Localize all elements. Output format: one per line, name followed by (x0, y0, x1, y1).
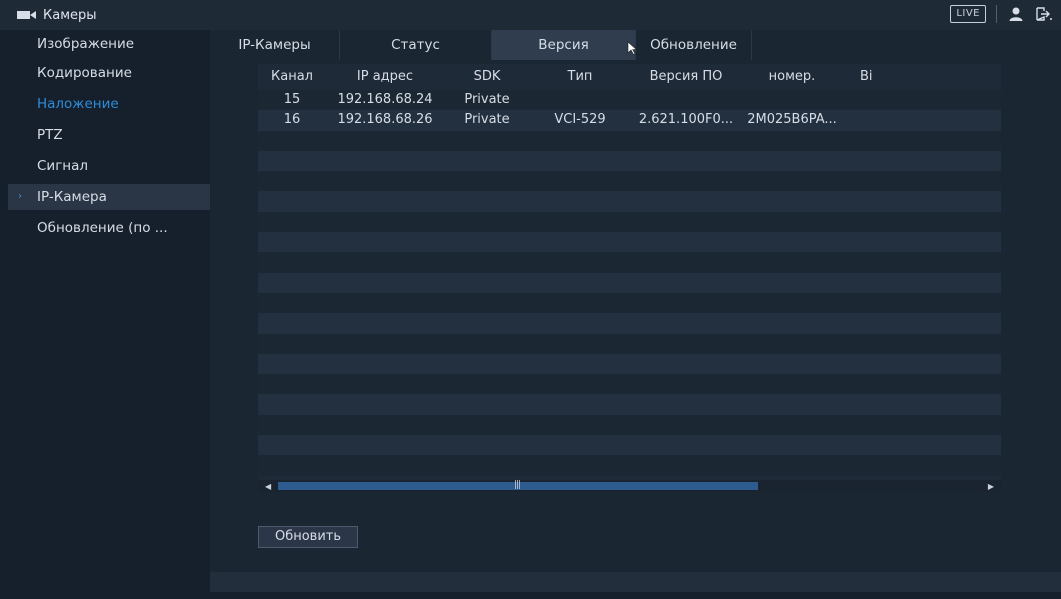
column-header[interactable]: IP адрес (326, 64, 444, 90)
table-row-empty (258, 211, 1001, 233)
cell-serial (742, 90, 842, 110)
tab-update[interactable]: Обновление (636, 30, 752, 60)
cell-sdk: Private (464, 92, 510, 107)
bottom-strip (210, 572, 1061, 592)
page-title: Камеры (43, 7, 97, 23)
table-row-empty (258, 414, 1001, 436)
tab-bar: IP-Камеры Статус Версия Обновление (210, 30, 752, 60)
column-header[interactable]: Ві (842, 64, 1001, 90)
mouse-cursor-icon (627, 41, 638, 55)
column-header[interactable]: номер. (742, 64, 842, 90)
sidebar-item-ptz[interactable]: PTZ (8, 122, 210, 148)
cell-channel: 16 (283, 112, 301, 128)
sidebar-item-label: Кодирование (37, 65, 132, 81)
table-row-empty (258, 130, 1001, 151)
top-bar: Камеры LIVE (0, 0, 1061, 30)
cell-sdk: Private (464, 112, 510, 128)
scroll-right-icon[interactable]: ▶ (988, 482, 994, 491)
table-row-empty (258, 272, 1001, 293)
table-row-empty (258, 435, 1001, 456)
divider (996, 5, 997, 23)
refresh-button[interactable]: Обновить (258, 526, 358, 548)
table-row-empty (258, 171, 1001, 192)
table-row-empty (258, 394, 1001, 415)
sidebar-item-image[interactable]: Изображение (8, 31, 210, 57)
sidebar-item-ip-camera[interactable]: › IP-Камера (8, 184, 210, 210)
version-table: Канал IP адрес SDK Тип Версия ПО номер. … (258, 64, 1001, 492)
cell-type: VCI-529 (554, 112, 606, 128)
top-right-controls: LIVE (950, 5, 1053, 23)
live-button[interactable]: LIVE (950, 5, 986, 23)
table-row-empty (258, 150, 1001, 172)
tab-version[interactable]: Версия (492, 30, 636, 60)
column-header[interactable]: Версия ПО (630, 64, 742, 90)
main-panel: IP-Камеры Статус Версия Обновление Канал… (210, 30, 1061, 592)
sidebar: Изображение Кодирование Наложение PTZ Си… (8, 30, 210, 592)
cell-ip: 192.168.68.26 (337, 112, 433, 128)
table-row[interactable]: 16 192.168.68.26 Private VCI-529 2.621.1… (258, 110, 1001, 131)
tab-ip-cameras[interactable]: IP-Камеры (210, 30, 340, 60)
table-row-empty (258, 313, 1001, 334)
cell-ip: 192.168.68.24 (337, 92, 433, 107)
sidebar-item-update[interactable]: Обновление (по ... (8, 215, 210, 241)
horizontal-scrollbar[interactable]: ◀ ||| ▶ (258, 480, 1001, 492)
sidebar-item-label: IP-Камера (37, 189, 107, 205)
table-header: Канал IP адрес SDK Тип Версия ПО номер. … (258, 64, 1001, 90)
sidebar-item-label: Наложение (37, 96, 119, 112)
table-row-empty (258, 374, 1001, 395)
table-row[interactable]: 15 192.168.68.24 Private (258, 90, 1001, 111)
column-header[interactable]: Тип (530, 64, 630, 90)
table-row-empty (258, 333, 1001, 354)
table-row-empty (258, 292, 1001, 314)
chevron-right-icon: › (18, 191, 22, 202)
sidebar-item-signal[interactable]: Сигнал (8, 153, 210, 179)
cell-type (530, 90, 630, 110)
cell-firmware (630, 90, 742, 110)
camera-icon (17, 9, 37, 21)
user-icon[interactable] (1007, 5, 1025, 23)
sidebar-item-label: Изображение (37, 36, 135, 52)
cell-extra (842, 110, 1001, 130)
sidebar-item-label: Обновление (по ... (37, 220, 168, 236)
table-body: 15 192.168.68.24 Private 16 192.168.68.2… (258, 90, 1001, 476)
sidebar-item-label: PTZ (37, 127, 63, 143)
logout-icon[interactable] (1035, 5, 1053, 23)
table-row-empty (258, 232, 1001, 253)
scroll-left-icon[interactable]: ◀ (265, 482, 271, 491)
grip-icon: ||| (514, 480, 521, 490)
column-header[interactable]: Канал (258, 64, 326, 90)
sidebar-item-encoding[interactable]: Кодирование (8, 60, 210, 86)
cell-firmware: 2.621.100F0... (638, 112, 734, 128)
cell-extra (842, 90, 1001, 110)
table-row-empty (258, 353, 1001, 375)
table-row-empty (258, 191, 1001, 212)
tab-status[interactable]: Статус (340, 30, 492, 60)
column-header[interactable]: SDK (444, 64, 530, 90)
table-row-empty (258, 455, 1001, 476)
table-row-empty (258, 252, 1001, 273)
cell-serial: 2M025B6PA... (747, 112, 837, 128)
sidebar-item-label: Сигнал (37, 158, 89, 174)
cell-channel: 15 (283, 92, 301, 107)
scrollbar-thumb[interactable]: ||| (278, 480, 758, 490)
sidebar-item-overlay[interactable]: Наложение (8, 91, 210, 117)
